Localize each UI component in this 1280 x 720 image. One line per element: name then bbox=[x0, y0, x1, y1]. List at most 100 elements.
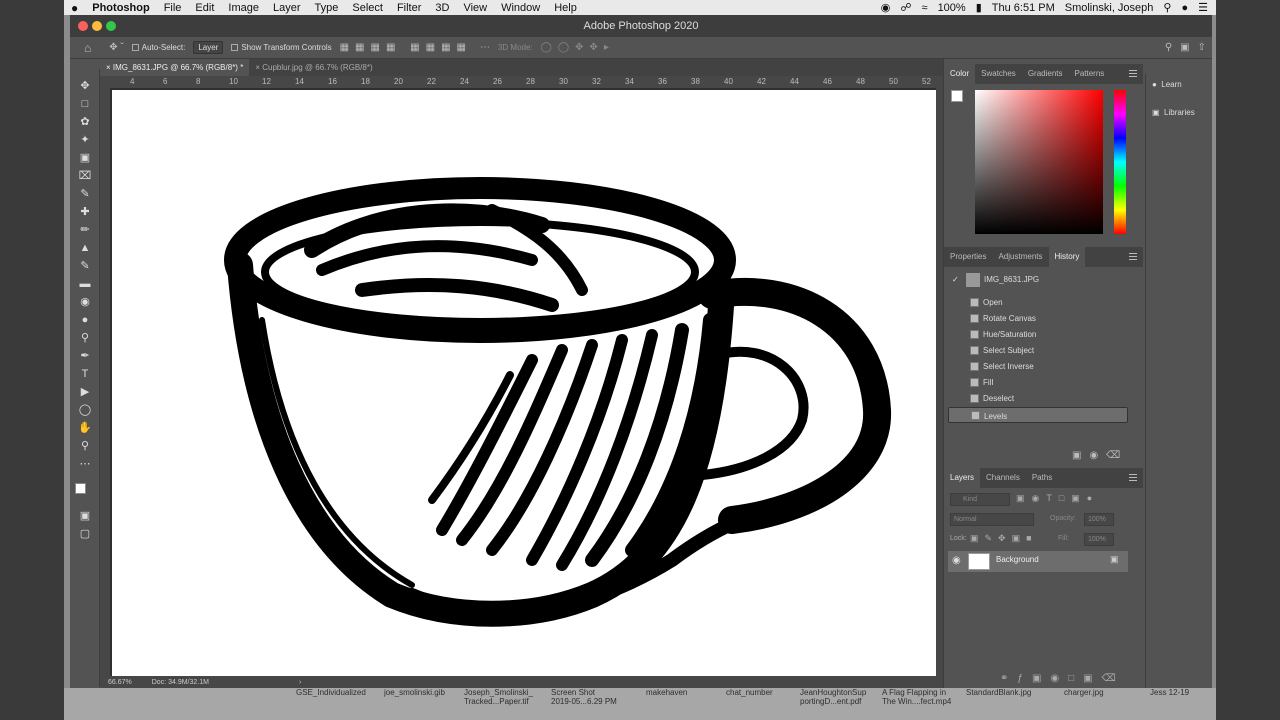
history-step[interactable]: Open bbox=[948, 295, 1128, 311]
menu-help[interactable]: Help bbox=[547, 2, 584, 14]
type-tool-icon[interactable]: T bbox=[78, 367, 92, 381]
siri-icon[interactable]: ● bbox=[1181, 2, 1188, 14]
desktop-file[interactable]: chat_number bbox=[726, 688, 773, 697]
visibility-eye-icon[interactable]: ◉ bbox=[952, 555, 961, 566]
wifi-icon[interactable]: ≈ bbox=[922, 2, 928, 14]
align-icons[interactable]: ▦▦▦▦ ▦▦▦▦ bbox=[340, 42, 472, 53]
close-window-button[interactable] bbox=[78, 21, 88, 31]
healing-brush-tool-icon[interactable]: ✚ bbox=[78, 205, 92, 219]
menu-select[interactable]: Select bbox=[345, 2, 390, 14]
desktop-file[interactable]: StandardBlank.jpg bbox=[966, 688, 1031, 697]
history-step[interactable]: Hue/Saturation bbox=[948, 327, 1128, 343]
learn-panel-button[interactable]: ● Learn bbox=[1152, 80, 1182, 89]
layers-footer-icons[interactable]: ⚭ƒ▣◉□▣⌫ bbox=[1000, 673, 1125, 684]
tab-gradients[interactable]: Gradients bbox=[1022, 64, 1069, 84]
close-tab-icon[interactable]: × bbox=[106, 63, 113, 72]
history-step[interactable]: Select Subject bbox=[948, 343, 1128, 359]
auto-select-dropdown[interactable]: Layer bbox=[193, 41, 224, 54]
tab-swatches[interactable]: Swatches bbox=[975, 64, 1022, 84]
desktop-file[interactable]: JeanHoughtonSup portingD...ent.pdf bbox=[800, 688, 866, 706]
magic-wand-tool-icon[interactable]: ✦ bbox=[78, 133, 92, 147]
pen-tool-icon[interactable]: ✒ bbox=[78, 349, 92, 363]
menu-filter[interactable]: Filter bbox=[390, 2, 428, 14]
fill-field[interactable]: 100% bbox=[1084, 533, 1114, 546]
lasso-tool-icon[interactable]: ✿ bbox=[78, 115, 92, 129]
lock-icon[interactable]: ▣ bbox=[1110, 554, 1119, 565]
ruler-corner[interactable] bbox=[100, 76, 110, 88]
clock[interactable]: Thu 6:51 PM bbox=[992, 2, 1055, 14]
tab-color[interactable]: Color bbox=[944, 64, 976, 84]
tab-img-8631[interactable]: × IMG_8631.JPG @ 66.7% (RGB/8*) * bbox=[100, 59, 250, 76]
history-brush-source-icon[interactable]: ✓ bbox=[952, 272, 959, 288]
crop-tool-icon[interactable]: ▣ bbox=[78, 151, 92, 165]
layer-kind-filter[interactable]: Kind bbox=[950, 493, 1010, 506]
screen-mode-icon[interactable]: ▢ bbox=[78, 527, 92, 541]
battery-icon[interactable]: ▮ bbox=[976, 1, 982, 14]
3d-tool-icons[interactable]: ◯◯✥✥▸ bbox=[541, 42, 615, 53]
home-icon[interactable]: ⌂ bbox=[84, 41, 91, 55]
zoom-tool-icon[interactable]: ⚲ bbox=[78, 439, 92, 453]
edit-toolbar-icon[interactable]: ⋯ bbox=[78, 457, 92, 471]
zoom-level[interactable]: 66.67% bbox=[108, 679, 132, 686]
menu-window[interactable]: Window bbox=[494, 2, 547, 14]
zoom-window-button[interactable] bbox=[106, 21, 116, 31]
layer-row[interactable]: ◉ Background ▣ bbox=[948, 551, 1128, 572]
layer-filter-icons[interactable]: ▣◉T□▣● bbox=[1016, 493, 1099, 504]
quick-mask-icon[interactable]: ▣ bbox=[78, 509, 92, 523]
path-selection-tool-icon[interactable]: ▶ bbox=[78, 385, 92, 399]
eraser-tool-icon[interactable]: ▬ bbox=[78, 277, 92, 291]
history-step-selected[interactable]: Levels bbox=[948, 407, 1128, 423]
tab-history[interactable]: History bbox=[1048, 247, 1086, 267]
desktop-file[interactable]: Screen Shot 2019-05...6.29 PM bbox=[551, 688, 617, 706]
apple-menu-icon[interactable]: ● bbox=[64, 1, 85, 15]
menu-view[interactable]: View bbox=[456, 2, 494, 14]
tab-properties[interactable]: Properties bbox=[944, 247, 992, 267]
doc-size[interactable]: Doc: 34.9M/32.1M bbox=[152, 679, 209, 686]
tab-cupblur[interactable]: × Cupblur.jpg @ 66.7% (RGB/8*) bbox=[249, 59, 378, 76]
vertical-ruler[interactable] bbox=[100, 88, 110, 676]
dodge-tool-icon[interactable]: ⚲ bbox=[78, 331, 92, 345]
frame-tool-icon[interactable]: ⌧ bbox=[78, 169, 92, 183]
notification-icon[interactable]: ☰ bbox=[1198, 1, 1208, 14]
history-step[interactable]: Select Inverse bbox=[948, 359, 1128, 375]
layers-panel-menu-icon[interactable] bbox=[1129, 474, 1137, 481]
opacity-field[interactable]: 100% bbox=[1084, 513, 1114, 526]
workspace-icon[interactable]: ▣ bbox=[1180, 42, 1189, 53]
document-canvas[interactable] bbox=[112, 90, 936, 676]
shield-icon[interactable]: ◉ bbox=[881, 1, 891, 14]
history-brush-tool-icon[interactable]: ✎ bbox=[78, 259, 92, 273]
transform-controls-checkbox[interactable]: Show Transform Controls bbox=[231, 43, 332, 52]
history-step[interactable]: Deselect bbox=[948, 391, 1128, 407]
menu-photoshop[interactable]: Photoshop bbox=[85, 2, 156, 14]
menu-edit[interactable]: Edit bbox=[188, 2, 221, 14]
brush-tool-icon[interactable]: ✏ bbox=[78, 223, 92, 237]
history-panel-menu-icon[interactable] bbox=[1129, 253, 1137, 260]
horizontal-ruler[interactable]: 4 6 8 10 12 14 16 18 20 22 24 26 28 30 32 34 36 38 40 42 44 4… bbox=[110, 76, 943, 88]
ellipse-tool-icon[interactable]: ◯ bbox=[78, 403, 92, 417]
tab-patterns[interactable]: Patterns bbox=[1069, 64, 1111, 84]
user-name[interactable]: Smolinski, Joseph bbox=[1065, 2, 1154, 14]
color-panel-menu-icon[interactable] bbox=[1129, 70, 1137, 77]
desktop-file[interactable]: makehaven bbox=[646, 688, 687, 697]
desktop-file[interactable]: GSE_Individualized bbox=[296, 688, 366, 697]
auto-select-checkbox[interactable]: Auto-Select: bbox=[131, 43, 185, 52]
marquee-tool-icon[interactable]: □ bbox=[78, 97, 92, 111]
move-tool-preset-icon[interactable]: ✥ ˇ bbox=[109, 42, 124, 53]
share-icon[interactable]: ⇧ bbox=[1198, 42, 1206, 53]
clone-stamp-tool-icon[interactable]: ▲ bbox=[78, 241, 92, 255]
tab-paths[interactable]: Paths bbox=[1026, 468, 1058, 488]
hand-tool-icon[interactable]: ✋ bbox=[78, 421, 92, 435]
desktop-file[interactable]: charger.jpg bbox=[1064, 688, 1104, 697]
status-menu-icon[interactable]: › bbox=[299, 679, 301, 686]
menu-file[interactable]: File bbox=[157, 2, 189, 14]
menu-type[interactable]: Type bbox=[308, 2, 346, 14]
tab-layers[interactable]: Layers bbox=[944, 468, 981, 488]
history-footer-icons[interactable]: ▣◉⌫ bbox=[1072, 450, 1128, 461]
move-tool-icon[interactable]: ✥ bbox=[78, 79, 92, 93]
minimize-window-button[interactable] bbox=[92, 21, 102, 31]
more-options-icon[interactable]: ⋯ bbox=[480, 42, 490, 53]
color-picker-field[interactable] bbox=[975, 90, 1103, 234]
blend-mode-dropdown[interactable]: Normal bbox=[950, 513, 1034, 526]
paint-bucket-tool-icon[interactable]: ◉ bbox=[78, 295, 92, 309]
tab-adjustments[interactable]: Adjustments bbox=[992, 247, 1048, 267]
